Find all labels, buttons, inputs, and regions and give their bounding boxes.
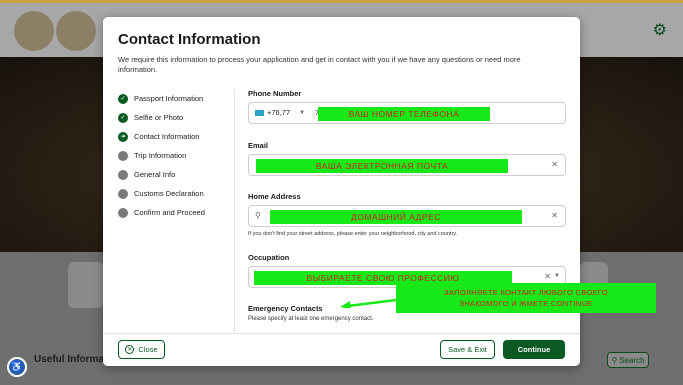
close-icon: ✕ — [125, 345, 135, 354]
country-code-value: +76,77 — [267, 108, 291, 117]
email-annotation: ВАША ЭЛЕКТРОННАЯ ПОЧТА — [256, 159, 508, 173]
department-seal-logo — [56, 11, 96, 51]
continue-button-label: Continue — [517, 345, 551, 354]
annotation-arrow — [340, 298, 396, 308]
accessibility-icon[interactable]: ♿ — [7, 357, 27, 377]
home-address-annotation: ДОМАШНИЙ АДРЕС — [270, 210, 522, 224]
arrow-right-icon: ➜ — [118, 131, 128, 142]
instruction-note: ЗАПОЛНЯЕТЕ КОНТАКТ ЛЮБОГО СВОЕГО ЗНАКОМО… — [396, 283, 656, 313]
phone-number-label: Phone Number — [248, 89, 302, 98]
gear-icon[interactable]: ⚙ — [653, 23, 667, 39]
step-contact-information[interactable]: ➜ Contact Information — [118, 127, 228, 146]
step-list: ✓ Passport Information ✓ Selfie or Photo… — [118, 89, 228, 222]
emergency-contacts-hint: Please specify at least one emergency co… — [248, 316, 374, 322]
check-icon: ✓ — [118, 93, 128, 104]
close-button-label: Close — [138, 345, 158, 354]
divider — [234, 89, 235, 332]
email-label: Email — [248, 141, 269, 150]
pending-dot-icon — [118, 150, 128, 161]
step-customs-declaration[interactable]: Customs Declaration — [118, 184, 228, 203]
check-icon: ✓ — [118, 112, 128, 123]
search-button-label: Search — [619, 355, 645, 365]
step-label: Passport Information — [134, 94, 204, 103]
instruction-note-line-1: ЗАПОЛНЯЕТЕ КОНТАКТ ЛЮБОГО СВОЕГО — [444, 288, 608, 297]
step-trip-information[interactable]: Trip Information — [118, 146, 228, 165]
country-code-select[interactable]: +76,77 ▼ — [255, 108, 305, 117]
step-label: Selfie or Photo — [134, 113, 184, 122]
home-address-hint: If you don't find your street address, p… — [248, 231, 458, 237]
search-button[interactable]: ⚲ Search — [607, 352, 649, 368]
step-label: Contact Information — [134, 132, 200, 141]
step-general-info[interactable]: General Info — [118, 165, 228, 184]
close-button[interactable]: ✕ Close — [118, 340, 165, 359]
clear-icon[interactable]: ✕ — [551, 211, 558, 220]
contact-information-modal: Contact Information We require this info… — [103, 17, 580, 366]
search-icon: ⚲ — [611, 355, 618, 365]
chevron-down-icon: ▼ — [299, 109, 306, 116]
step-label: Customs Declaration — [134, 189, 204, 198]
flag-icon — [255, 109, 264, 116]
save-exit-button[interactable]: Save & Exit — [440, 340, 495, 359]
emergency-contacts-heading: Emergency Contacts — [248, 304, 323, 313]
continue-button[interactable]: Continue — [503, 340, 565, 359]
step-label: Confirm and Proceed — [134, 208, 205, 217]
pending-dot-icon — [118, 188, 128, 199]
step-passport-information[interactable]: ✓ Passport Information — [118, 89, 228, 108]
modal-title: Contact Information — [118, 31, 261, 48]
occupation-label: Occupation — [248, 253, 290, 262]
step-selfie-or-photo[interactable]: ✓ Selfie or Photo — [118, 108, 228, 127]
pending-dot-icon — [118, 207, 128, 218]
step-confirm-and-proceed[interactable]: Confirm and Proceed — [118, 203, 228, 222]
chevron-down-icon: ▼ — [554, 273, 560, 279]
instruction-note-line-2: ЗНАКОМОГО И ЖМЕТЕ CONTINUE — [459, 299, 593, 308]
search-icon: ⚲ — [255, 211, 261, 220]
pending-dot-icon — [118, 169, 128, 180]
modal-footer: ✕ Close Save & Exit Continue — [103, 333, 580, 366]
save-exit-button-label: Save & Exit — [448, 345, 487, 354]
clear-icon[interactable]: ✕ — [551, 160, 558, 169]
modal-subtitle: We require this information to process y… — [118, 55, 521, 74]
coat-of-arms-logo — [14, 11, 54, 51]
clear-icon[interactable]: ✕ — [544, 272, 551, 281]
background-card — [68, 262, 104, 308]
useful-information-heading: Useful Informat — [34, 354, 108, 365]
step-label: Trip Information — [134, 151, 187, 160]
home-address-label: Home Address — [248, 192, 301, 201]
step-label: General Info — [134, 170, 176, 179]
phone-annotation: ВАШ НОМЕР ТЕЛЕФОНА — [318, 107, 490, 121]
